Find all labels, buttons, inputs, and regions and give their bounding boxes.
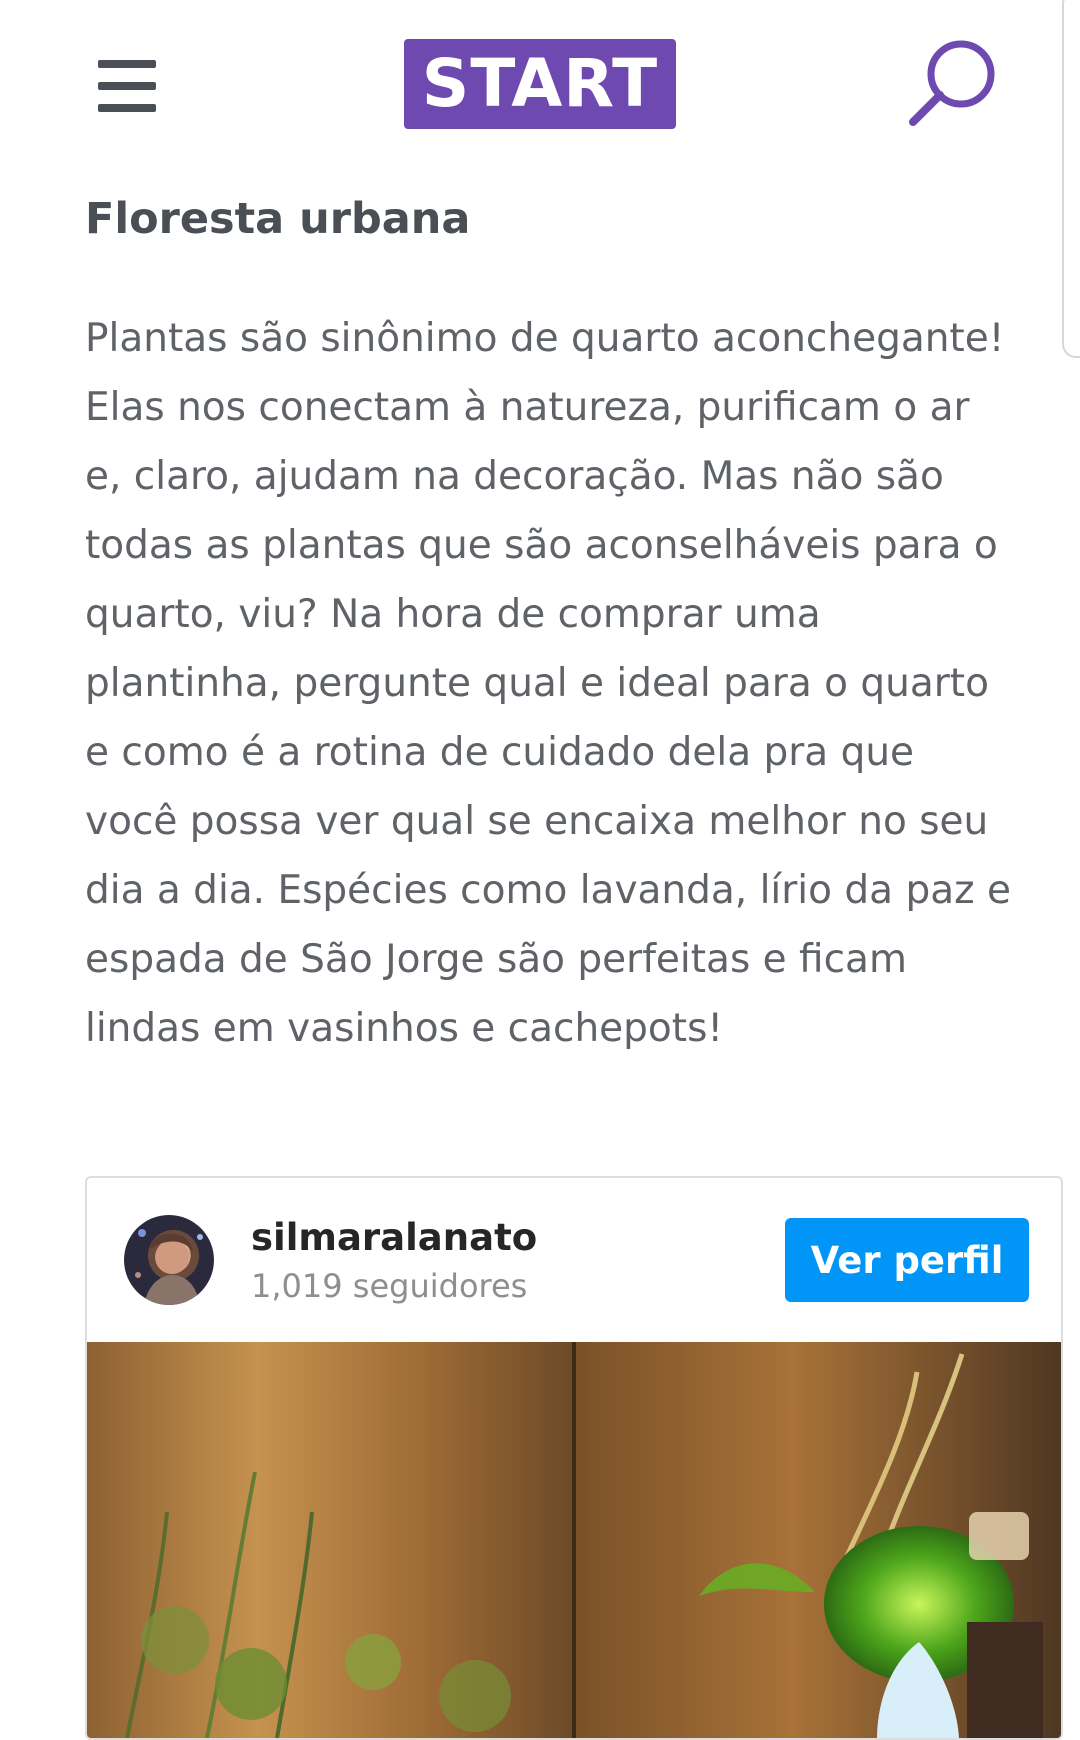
scrollbar[interactable] [1062, 0, 1080, 358]
instagram-embed-card: silmaralanato 1,019 seguidores Ver perfi… [85, 1176, 1063, 1740]
article-paragraph: Plantas são sinônimo de quarto aconchega… [85, 316, 1011, 1051]
follower-count: 1,019 seguidores [251, 1267, 528, 1305]
profile-username[interactable]: silmaralanato [251, 1216, 537, 1259]
embed-profile-header: silmaralanato 1,019 seguidores Ver perfi… [87, 1178, 1061, 1342]
hamburger-menu-icon[interactable] [98, 60, 158, 112]
avatar[interactable] [124, 1215, 214, 1305]
start-logo[interactable]: START [404, 39, 676, 129]
view-profile-button[interactable]: Ver perfil [785, 1218, 1029, 1302]
page-title: Floresta urbana [85, 194, 471, 244]
embedded-photo[interactable] [87, 1342, 1061, 1738]
top-header: START [0, 0, 1080, 358]
search-icon[interactable] [905, 36, 999, 130]
